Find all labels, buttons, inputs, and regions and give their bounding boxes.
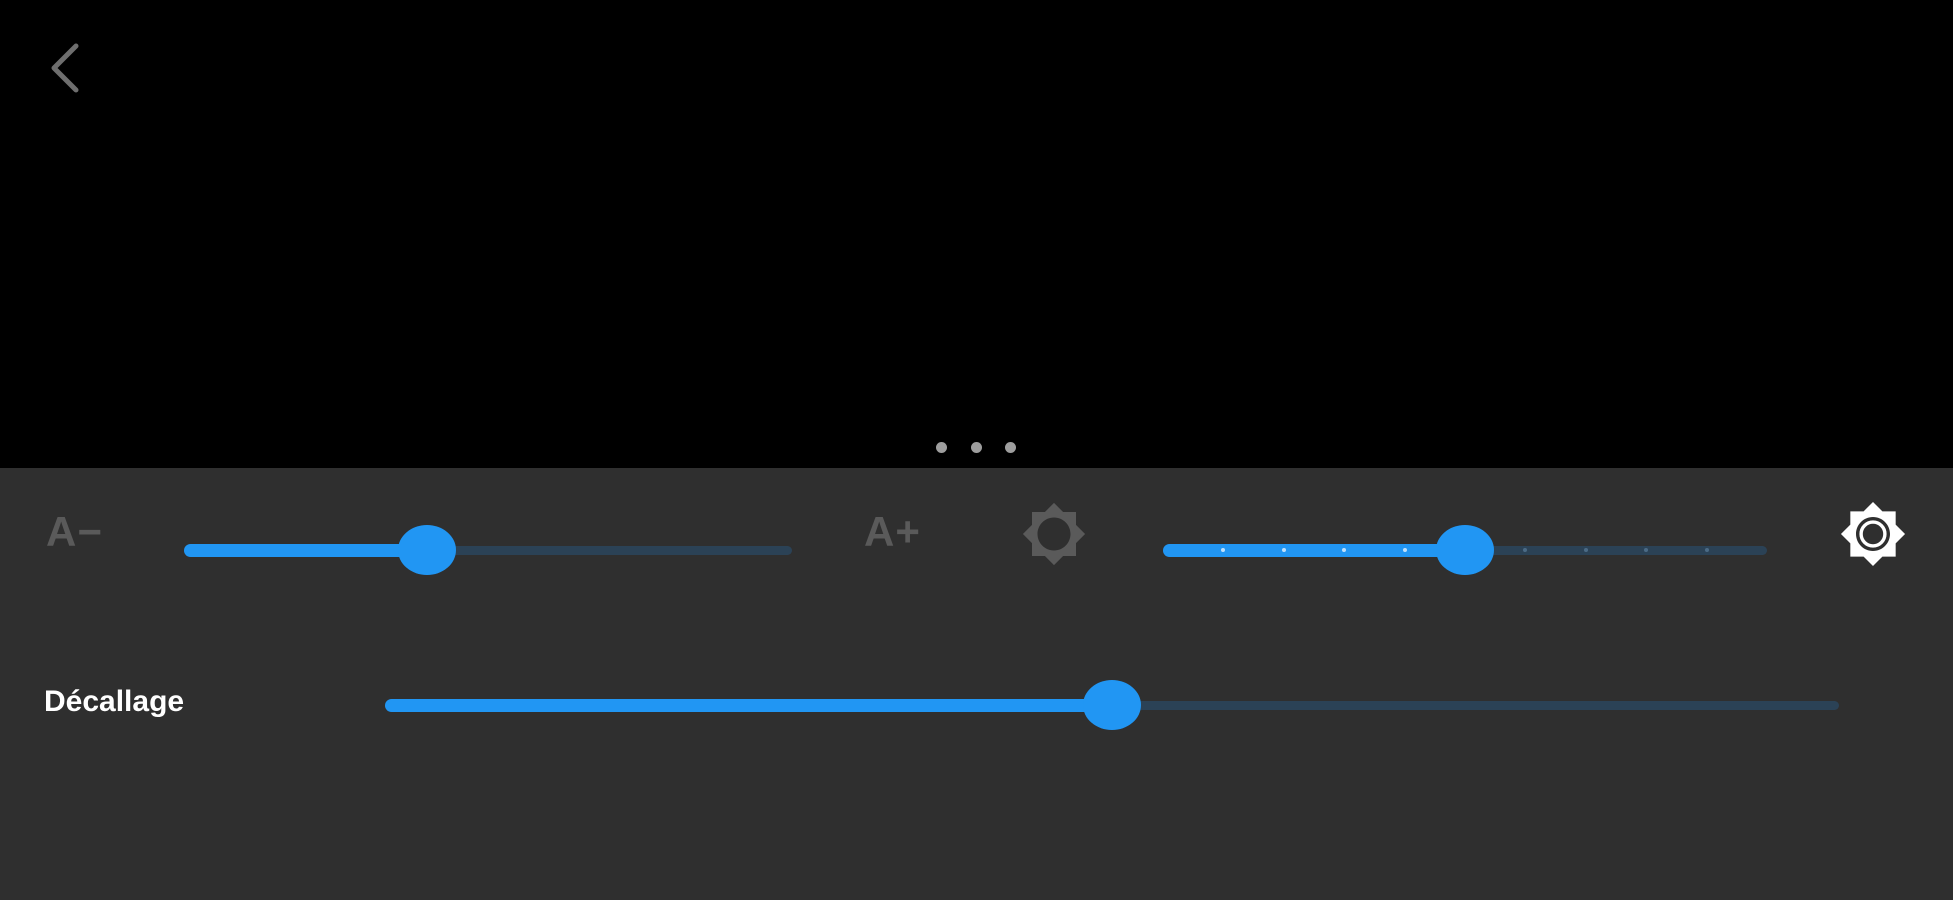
slider-tick [1402,548,1407,552]
slider-fill [385,698,1112,712]
settings-panel: A− A+ Décallage [0,468,1953,900]
brightness-high-icon [1840,501,1906,567]
font-size-slider[interactable] [184,525,792,575]
back-button[interactable] [36,36,92,100]
offset-label: Décallage [44,685,185,718]
chevron-left-icon [51,43,79,93]
slider-thumb[interactable] [398,525,457,575]
slider-thumb[interactable] [1436,525,1494,575]
subtitle-settings-screen: A− A+ Décallage [0,0,1953,900]
video-area[interactable] [0,0,1953,468]
handle-dot [1005,441,1016,453]
font-size-decrease-label[interactable]: A− [46,511,103,553]
slider-fill [1163,543,1465,557]
slider-tick [1704,548,1709,552]
brightness-high-button[interactable] [1837,498,1909,570]
slider-tick [1281,548,1286,552]
slider-tick [1583,548,1588,552]
brightness-low-button[interactable] [1018,498,1090,570]
slider-fill [184,543,428,557]
offset-slider[interactable] [385,680,1839,730]
brightness-slider[interactable] [1163,525,1767,575]
slider-thumb[interactable] [1083,680,1141,730]
panel-drag-handle[interactable] [936,438,1016,456]
handle-dot [936,441,947,453]
font-size-increase-label[interactable]: A+ [864,511,921,553]
handle-dot [970,441,982,453]
brightness-low-icon [1022,502,1086,566]
